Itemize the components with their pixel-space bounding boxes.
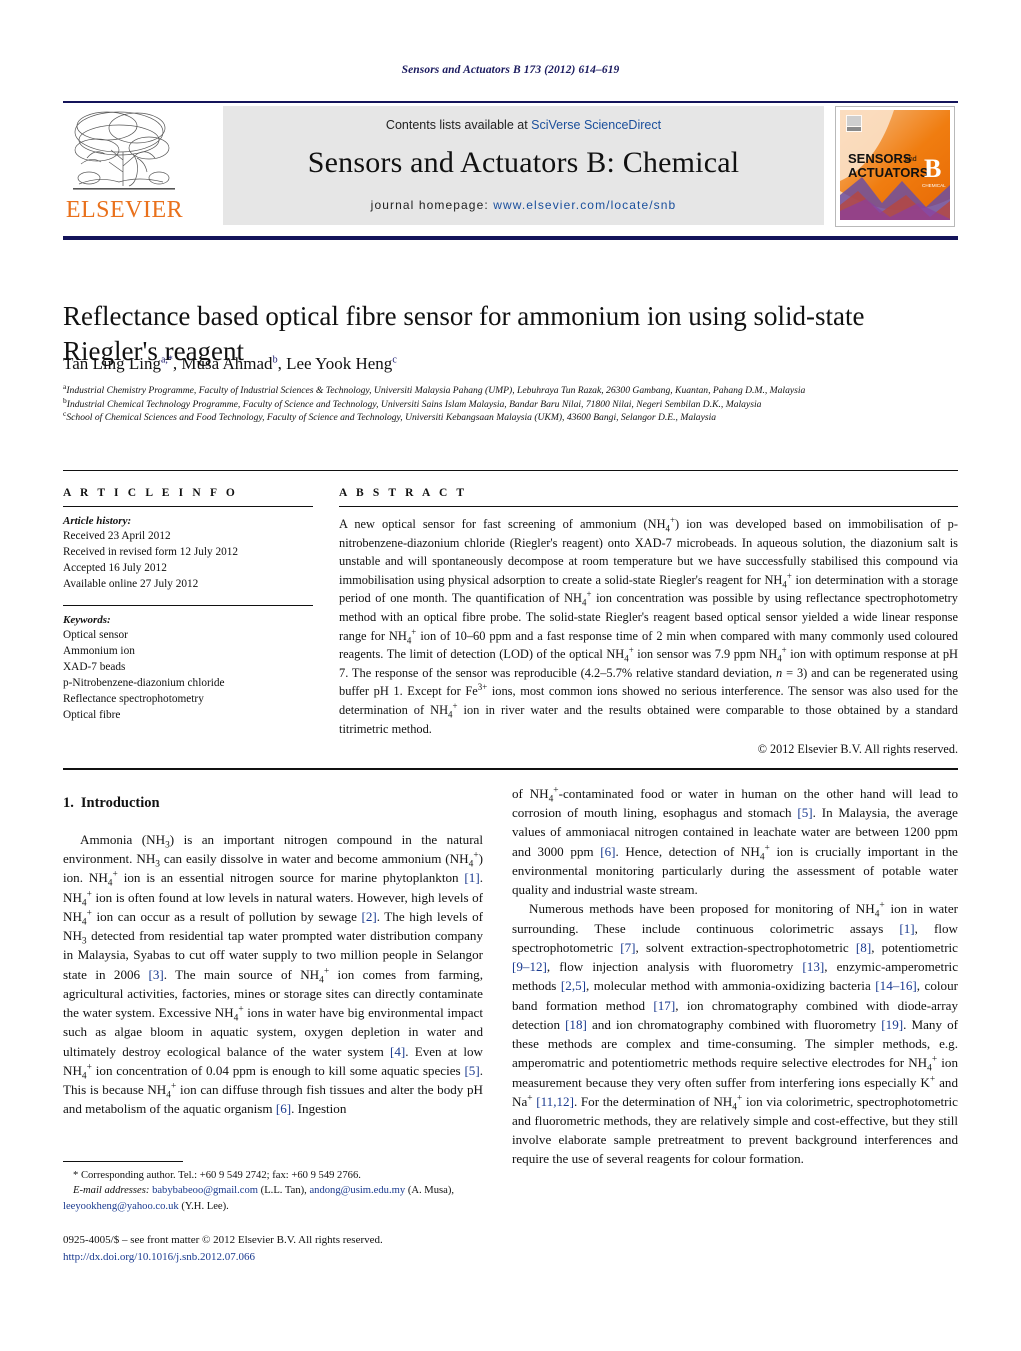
citation-ref[interactable]: [7] bbox=[620, 940, 635, 955]
journal-article-page: Sensors and Actuators B 173 (2012) 614–6… bbox=[0, 0, 1021, 1351]
article-history-revised: Received in revised form 12 July 2012 bbox=[63, 546, 239, 559]
citation-ref[interactable]: [3] bbox=[148, 967, 163, 982]
keyword-item: Optical fibre bbox=[63, 709, 121, 722]
section-title: Introduction bbox=[80, 795, 160, 811]
intro-paragraph-1-cont: of NH4+-contaminated food or water in hu… bbox=[512, 785, 958, 898]
citation-ref[interactable]: [9–12] bbox=[512, 959, 547, 974]
author-list: Tan Ling Linga,*, Musa Ahmadb, Lee Yook … bbox=[63, 354, 397, 373]
keyword-item: Reflectance spectrophotometry bbox=[63, 693, 204, 706]
affiliation-item: cSchool of Chemical Sciences and Food Te… bbox=[63, 410, 953, 425]
citation-ref[interactable]: [6] bbox=[600, 844, 615, 859]
citation-ref[interactable]: [5] bbox=[797, 805, 812, 820]
author-affil-marker: a,* bbox=[160, 354, 173, 366]
section-heading-introduction: 1. Introduction bbox=[63, 795, 483, 812]
elsevier-wordmark: ELSEVIER bbox=[65, 197, 184, 223]
cover-artwork-icon: SENSORS and ACTUATORS B CHEMICAL bbox=[836, 107, 954, 226]
svg-text:SENSORS: SENSORS bbox=[848, 151, 912, 166]
running-head: Sensors and Actuators B 173 (2012) 614–6… bbox=[401, 64, 620, 76]
journal-masthead: ELSEVIER Contents lists available at Sci… bbox=[63, 104, 958, 228]
abstract-copyright: © 2012 Elsevier B.V. All rights reserved… bbox=[757, 742, 958, 757]
svg-text:ACTUATORS: ACTUATORS bbox=[848, 165, 929, 180]
article-info-divider bbox=[63, 506, 313, 507]
article-history-label: Article history: bbox=[63, 515, 132, 527]
affiliation-item: aIndustrial Chemistry Programme, Faculty… bbox=[63, 383, 953, 398]
author-affil-marker: c bbox=[392, 354, 397, 366]
citation-ref[interactable]: [4] bbox=[390, 1044, 405, 1059]
doi-link[interactable]: http://dx.doi.org/10.1016/j.snb.2012.07.… bbox=[63, 1249, 523, 1266]
masthead-top-rule bbox=[63, 101, 958, 103]
journal-homepage-line: journal homepage: www.elsevier.com/locat… bbox=[223, 198, 824, 212]
footnote-block: * Corresponding author. Tel.: +60 9 549 … bbox=[63, 1168, 483, 1214]
keyword-item: Ammonium ion bbox=[63, 645, 135, 658]
email-owner-2: (A. Musa), bbox=[407, 1185, 455, 1197]
issn-copyright-line: 0925-4005/$ – see front matter © 2012 El… bbox=[63, 1234, 383, 1246]
homepage-prefix: journal homepage: bbox=[370, 198, 489, 212]
svg-text:and: and bbox=[905, 156, 917, 163]
citation-ref[interactable]: [1] bbox=[899, 921, 914, 936]
contents-available-line: Contents lists available at SciVerse Sci… bbox=[223, 118, 824, 132]
intro-paragraph-2: Numerous methods have been proposed for … bbox=[512, 901, 959, 1167]
sciencedirect-link[interactable]: SciVerse ScienceDirect bbox=[531, 118, 661, 132]
keywords-label: Keywords: bbox=[63, 614, 111, 627]
corresponding-author-note: * Corresponding author. Tel.: +60 9 549 … bbox=[73, 1170, 361, 1181]
citation-ref[interactable]: [6] bbox=[276, 1101, 291, 1116]
section-number: 1. bbox=[63, 795, 74, 811]
citation-ref[interactable]: [5] bbox=[464, 1063, 479, 1078]
abstract-divider bbox=[339, 506, 958, 507]
info-block-bottom-rule bbox=[63, 768, 958, 770]
citation-ref[interactable]: [2,5] bbox=[561, 978, 586, 993]
citation-ref[interactable]: [11,12] bbox=[536, 1094, 574, 1109]
citation-ref[interactable]: [18] bbox=[565, 1017, 587, 1032]
email-label: E-mail addresses: bbox=[73, 1185, 150, 1197]
email-owner-3: (Y.H. Lee). bbox=[181, 1200, 229, 1212]
body-column-right: of NH4+-contaminated food or water in hu… bbox=[512, 784, 958, 1169]
keywords-divider bbox=[63, 605, 313, 607]
citation-ref[interactable]: [19] bbox=[881, 1017, 903, 1032]
keyword-item: Optical sensor bbox=[63, 629, 128, 642]
masthead-center-panel: Contents lists available at SciVerse Sci… bbox=[223, 106, 824, 225]
intro-paragraph-1: Ammonia (NH3) is an important nitrogen c… bbox=[63, 832, 484, 1117]
affiliation-text: School of Chemical Sciences and Food Tec… bbox=[66, 412, 717, 424]
email-link-2[interactable]: andong@usim.edu.my bbox=[309, 1185, 405, 1196]
email-link-1[interactable]: babybabeoo@gmail.com bbox=[152, 1185, 258, 1196]
keyword-item: XAD-7 beads bbox=[63, 661, 126, 674]
homepage-url-link[interactable]: www.elsevier.com/locate/snb bbox=[493, 198, 676, 212]
keyword-item: p-Nitrobenzene-diazonium chloride bbox=[63, 677, 225, 690]
imprint-block: 0925-4005/$ – see front matter © 2012 El… bbox=[63, 1232, 523, 1265]
author-affil-marker: b bbox=[272, 354, 278, 366]
affiliation-text: Industrial Chemistry Programme, Faculty … bbox=[66, 385, 806, 396]
body-column-left: 1. Introduction Ammonia (NH3) is an impor… bbox=[63, 795, 483, 1119]
citation-ref[interactable]: [8] bbox=[856, 940, 871, 955]
elsevier-logo: ELSEVIER bbox=[63, 106, 186, 226]
abstract-heading: A B S T R A C T bbox=[339, 487, 468, 499]
citation-ref[interactable]: [13] bbox=[802, 959, 824, 974]
affiliation-item: bIndustrial Chemical Technology Programm… bbox=[63, 396, 953, 412]
affiliation-list: aIndustrial Chemistry Programme, Faculty… bbox=[63, 383, 953, 425]
footnote-rule bbox=[63, 1161, 183, 1162]
article-history-received: Received 23 April 2012 bbox=[63, 530, 171, 542]
citation-ref[interactable]: [1] bbox=[464, 870, 479, 885]
email-addresses-note: E-mail addresses: babybabeoo@gmail.com (… bbox=[63, 1183, 483, 1214]
article-history-accepted: Accepted 16 July 2012 bbox=[63, 562, 167, 575]
email-link-3[interactable]: leeyookheng@yahoo.co.uk bbox=[63, 1201, 179, 1212]
abstract-text: A new optical sensor for fast screening … bbox=[339, 514, 959, 736]
masthead-bottom-rule bbox=[63, 236, 958, 240]
article-info-column: A R T I C L E I N F O Article history: R… bbox=[63, 487, 313, 723]
svg-text:CHEMICAL: CHEMICAL bbox=[922, 183, 946, 188]
email-owner-1: (L.L. Tan), bbox=[260, 1185, 307, 1197]
journal-title: Sensors and Actuators B: Chemical bbox=[307, 146, 740, 179]
article-history-online: Available online 27 July 2012 bbox=[63, 578, 199, 591]
svg-text:B: B bbox=[924, 154, 941, 183]
elsevier-tree-icon bbox=[73, 111, 175, 190]
citation-ref[interactable]: [17] bbox=[653, 998, 675, 1013]
citation-ref[interactable]: [14–16] bbox=[875, 978, 916, 993]
contents-prefix: Contents lists available at bbox=[385, 118, 532, 132]
journal-cover-thumbnail: SENSORS and ACTUATORS B CHEMICAL bbox=[835, 106, 955, 227]
abstract-column: A B S T R A C T A new optical sensor for… bbox=[339, 487, 958, 757]
article-info-heading: A R T I C L E I N F O bbox=[63, 487, 238, 499]
info-block-top-rule bbox=[63, 470, 958, 471]
citation-ref[interactable]: [2] bbox=[361, 909, 376, 924]
affiliation-text: Industrial Chemical Technology Programme… bbox=[66, 398, 762, 410]
